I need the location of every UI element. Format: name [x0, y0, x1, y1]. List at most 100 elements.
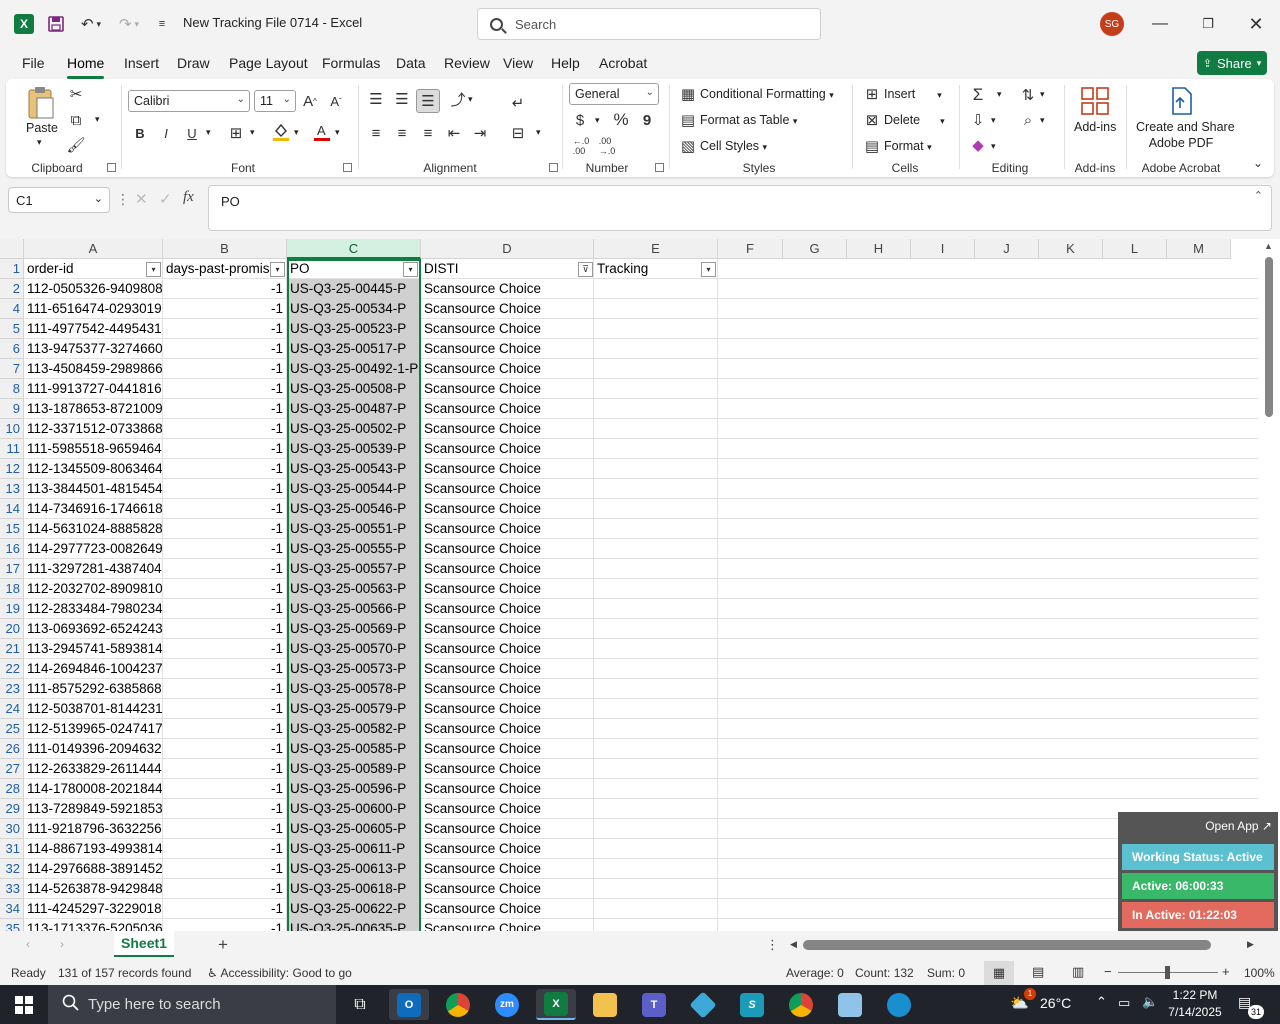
cell-disti[interactable]: Scansource Choice [421, 499, 594, 519]
cell-po[interactable]: US-Q3-25-00551-P [287, 519, 421, 539]
cell-tracking[interactable] [594, 519, 718, 539]
font-launcher-icon[interactable] [343, 163, 352, 172]
cell-days-past-promise[interactable]: -1 [163, 279, 287, 299]
increase-indent-icon[interactable]: ⇥ [470, 123, 490, 143]
cell-days-past-promise[interactable]: -1 [163, 639, 287, 659]
font-name-combo[interactable]: Calibri ⌄ [128, 90, 250, 112]
cell-order-id[interactable]: 112-0505326-9409808 [24, 279, 163, 299]
formula-input[interactable]: PO ⌃ [208, 185, 1272, 231]
italic-button[interactable]: I [156, 123, 176, 143]
cancel-formula-icon[interactable]: ✕ [135, 190, 148, 208]
cell-days-past-promise[interactable]: -1 [163, 559, 287, 579]
row-header[interactable]: 2 [0, 279, 24, 299]
accessibility-status[interactable]: ♿ Accessibility: Good to go [207, 966, 352, 980]
cell-disti[interactable]: Scansource Choice [421, 639, 594, 659]
cell-po[interactable]: US-Q3-25-00487-P [287, 399, 421, 419]
orientation-icon[interactable]: ⤴ [446, 89, 470, 109]
header-cell-order-id[interactable]: order-id [24, 259, 163, 279]
filter-dropdown-icon[interactable]: ▾ [270, 262, 285, 277]
row-header[interactable]: 7 [0, 359, 24, 379]
cell-styles-icon[interactable]: ▧ [679, 137, 697, 155]
cell-days-past-promise[interactable]: -1 [163, 599, 287, 619]
cell-disti[interactable]: Scansource Choice [421, 899, 594, 919]
cell-days-past-promise[interactable]: -1 [163, 819, 287, 839]
app-s-icon[interactable]: S [732, 989, 772, 1020]
row-header[interactable]: 25 [0, 719, 24, 739]
fill-icon[interactable]: ⇩ [968, 110, 988, 130]
cell-days-past-promise[interactable]: -1 [163, 399, 287, 419]
customize-toolbar-icon[interactable]: ≡ [154, 12, 170, 36]
cell-po[interactable]: US-Q3-25-00578-P [287, 679, 421, 699]
clear-dropdown-icon[interactable]: ▾ [991, 141, 996, 152]
status-sum[interactable]: Sum: 0 [927, 966, 965, 980]
normal-view-icon[interactable]: ▦ [984, 961, 1014, 985]
create-pdf-button-line1[interactable]: Create and Share [1136, 120, 1235, 134]
cell-tracking[interactable] [594, 699, 718, 719]
row-header[interactable]: 5 [0, 319, 24, 339]
cell-days-past-promise[interactable]: -1 [163, 299, 287, 319]
column-header-a[interactable]: A [24, 239, 163, 259]
row-header[interactable]: 13 [0, 479, 24, 499]
cell-tracking[interactable] [594, 279, 718, 299]
fill-color-dropdown-icon[interactable]: ▾ [294, 127, 299, 138]
cell-disti[interactable]: Scansource Choice [421, 779, 594, 799]
status-count[interactable]: Count: 132 [855, 966, 914, 980]
cell-po[interactable]: US-Q3-25-00523-P [287, 319, 421, 339]
cell-order-id[interactable]: 113-9475377-3274660 [24, 339, 163, 359]
cell-styles-button[interactable]: Cell Styles ▾ [700, 139, 767, 153]
cell-days-past-promise[interactable]: -1 [163, 899, 287, 919]
cell-days-past-promise[interactable]: -1 [163, 539, 287, 559]
cell-days-past-promise[interactable]: -1 [163, 799, 287, 819]
row-header[interactable]: 33 [0, 879, 24, 899]
cell-order-id[interactable]: 114-8867193-4993814 [24, 839, 163, 859]
row-header[interactable]: 29 [0, 799, 24, 819]
row-header[interactable]: 1 [0, 259, 24, 279]
zoom-level[interactable]: 100% [1244, 966, 1275, 980]
delete-cells-icon[interactable]: ⊠ [863, 111, 881, 129]
cell-disti[interactable]: Scansource Choice [421, 399, 594, 419]
cell-po[interactable]: US-Q3-25-00445-P [287, 279, 421, 299]
scroll-right-icon[interactable]: ▶ [1247, 939, 1254, 950]
cell-days-past-promise[interactable]: -1 [163, 339, 287, 359]
clock-time[interactable]: 1:22 PM [1166, 988, 1224, 1002]
open-app-link[interactable]: Open App ↗ [1205, 819, 1272, 833]
task-view-icon[interactable]: ⧉ [340, 989, 380, 1020]
cell-disti[interactable]: Scansource Choice [421, 339, 594, 359]
cell-order-id[interactable]: 111-8575292-6385868 [24, 679, 163, 699]
header-cell-days-past-promise[interactable]: days-past-promis [163, 259, 287, 279]
excel-taskbar-icon[interactable]: X [536, 989, 576, 1020]
cell-tracking[interactable] [594, 319, 718, 339]
worksheet-grid[interactable]: A B C D E F G H I J K L M 1 order-id ▾ d… [0, 239, 1280, 931]
insert-function-icon[interactable]: fx [183, 189, 194, 206]
row-header[interactable]: 20 [0, 619, 24, 639]
column-header-g[interactable]: G [783, 239, 847, 259]
cell-po[interactable]: US-Q3-25-00618-P [287, 879, 421, 899]
horizontal-scroll-thumb[interactable] [803, 940, 1211, 950]
align-left-icon[interactable]: ≡ [366, 123, 386, 143]
column-header-m[interactable]: M [1167, 239, 1231, 259]
column-header-k[interactable]: K [1039, 239, 1103, 259]
format-painter-icon[interactable]: 🖌 [66, 135, 86, 155]
cell-tracking[interactable] [594, 339, 718, 359]
cell-tracking[interactable] [594, 559, 718, 579]
cell-po[interactable]: US-Q3-25-00635-P [287, 919, 421, 931]
save-icon[interactable] [46, 12, 66, 36]
filter-dropdown-icon[interactable]: ▾ [701, 262, 716, 277]
currency-icon[interactable]: $ [572, 110, 588, 130]
sort-filter-dropdown-icon[interactable]: ▾ [1040, 89, 1045, 100]
align-bottom-icon[interactable]: ☰ [416, 89, 440, 113]
select-all-corner[interactable] [0, 239, 24, 259]
fill-dropdown-icon[interactable]: ▾ [991, 115, 996, 126]
cell-order-id[interactable]: 113-0693692-6524243 [24, 619, 163, 639]
cell-days-past-promise[interactable]: -1 [163, 479, 287, 499]
cell-days-past-promise[interactable]: -1 [163, 839, 287, 859]
cell-days-past-promise[interactable]: -1 [163, 519, 287, 539]
paste-label[interactable]: Paste [26, 121, 58, 135]
cell-disti[interactable]: Scansource Choice [421, 319, 594, 339]
cell-tracking[interactable] [594, 399, 718, 419]
align-top-icon[interactable]: ☰ [366, 89, 386, 109]
row-header[interactable]: 35 [0, 919, 24, 931]
zoom-out-icon[interactable]: − [1104, 964, 1112, 979]
file-explorer-icon[interactable] [585, 989, 625, 1020]
tab-insert[interactable]: Insert [124, 55, 159, 71]
